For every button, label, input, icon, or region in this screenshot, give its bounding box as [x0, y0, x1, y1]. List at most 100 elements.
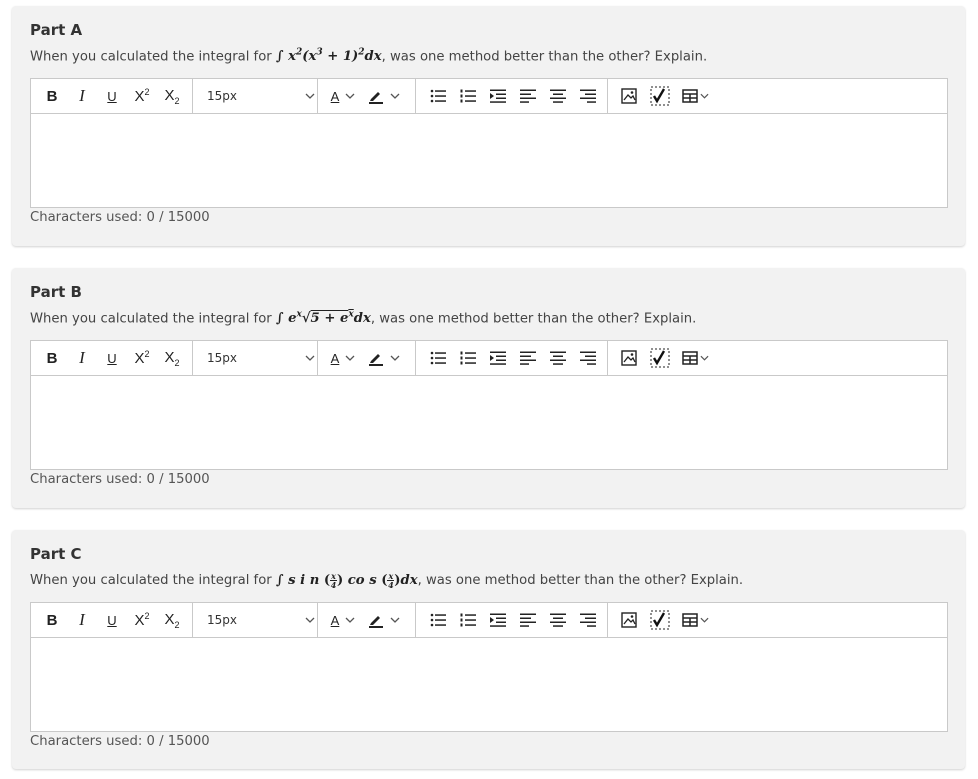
table-icon — [681, 613, 709, 627]
text-color-icon: A — [331, 351, 356, 366]
insert-table-button[interactable] — [680, 608, 710, 632]
align-left-button[interactable] — [517, 346, 539, 370]
insert-table-button[interactable] — [680, 84, 710, 108]
table-icon — [681, 89, 709, 103]
insert-group — [614, 79, 714, 113]
prompt-text-before: When you calculated the integral for — [30, 49, 276, 65]
numbered-list-button[interactable] — [457, 84, 479, 108]
font-size-select[interactable]: 15px — [201, 84, 319, 108]
bold-button[interactable]: B — [41, 608, 63, 632]
part-title: Part B — [30, 283, 82, 301]
underline-button[interactable]: U — [101, 346, 123, 370]
numbered-list-icon — [460, 89, 476, 103]
align-right-button[interactable] — [577, 84, 599, 108]
bulleted-list-button[interactable] — [427, 608, 449, 632]
superscript-button[interactable]: X2 — [131, 608, 153, 632]
text-color-button[interactable]: A — [327, 346, 359, 370]
bulleted-list-button[interactable] — [427, 346, 449, 370]
align-center-button[interactable] — [547, 608, 569, 632]
toolbar-divider — [415, 341, 416, 375]
italic-button[interactable]: I — [71, 84, 93, 108]
align-left-button[interactable] — [517, 84, 539, 108]
highlight-icon — [368, 350, 400, 366]
highlight-button[interactable] — [367, 608, 401, 632]
indent-button[interactable] — [487, 84, 509, 108]
prompt-text-after: , was one method better than the other? … — [370, 311, 697, 327]
align-left-button[interactable] — [517, 608, 539, 632]
text-color-icon: A — [331, 613, 356, 628]
underline-button[interactable]: U — [101, 608, 123, 632]
indent-button[interactable] — [487, 608, 509, 632]
align-center-button[interactable] — [547, 346, 569, 370]
image-icon — [621, 88, 637, 104]
part-prompt: When you calculated the integral for ∫ s… — [30, 572, 743, 589]
math-icon — [650, 610, 670, 630]
superscript-button[interactable]: X2 — [131, 346, 153, 370]
subscript-button[interactable]: X2 — [161, 346, 183, 370]
indent-button[interactable] — [487, 346, 509, 370]
insert-image-button[interactable] — [618, 346, 640, 370]
rich-text-editor: B I U X2 X2 15px A — [30, 602, 948, 732]
bulleted-list-button[interactable] — [427, 84, 449, 108]
prompt-text-after: , was one method better than the other? … — [381, 49, 708, 65]
italic-button[interactable]: I — [71, 346, 93, 370]
toolbar-divider — [317, 603, 318, 637]
font-size-select[interactable]: 15px — [201, 346, 319, 370]
rich-text-editor: B I U X2 X2 15px A — [30, 340, 948, 470]
numbered-list-icon — [460, 613, 476, 627]
insert-math-button[interactable] — [648, 84, 672, 108]
superscript-button[interactable]: X2 — [131, 84, 153, 108]
insert-math-button[interactable] — [648, 346, 672, 370]
insert-table-button[interactable] — [680, 346, 710, 370]
superscript-icon: X2 — [134, 87, 150, 105]
integral-expression: ∫ s i n (x 4) co s (x 4)dx — [275, 571, 418, 590]
superscript-icon: X2 — [134, 349, 150, 367]
text-color-button[interactable]: A — [327, 608, 359, 632]
highlight-icon — [368, 88, 400, 104]
numbered-list-button[interactable] — [457, 608, 479, 632]
indent-icon — [490, 89, 506, 103]
image-icon — [621, 612, 637, 628]
part-prompt: When you calculated the integral for ∫ x… — [30, 48, 707, 64]
highlight-button[interactable] — [367, 346, 401, 370]
subscript-button[interactable]: X2 — [161, 608, 183, 632]
text-color-button[interactable]: A — [327, 84, 359, 108]
list-align-group — [423, 341, 603, 375]
bold-button[interactable]: B — [41, 84, 63, 108]
answer-textarea[interactable] — [31, 376, 947, 469]
bulleted-list-icon — [430, 89, 446, 103]
numbered-list-button[interactable] — [457, 346, 479, 370]
underline-button[interactable]: U — [101, 84, 123, 108]
character-counter: Characters used: 0 / 15000 — [30, 210, 210, 225]
subscript-icon: X2 — [164, 348, 180, 368]
font-size-select[interactable]: 15px — [201, 608, 319, 632]
integral-sign: ∫ — [275, 49, 284, 65]
part-title: Part C — [30, 545, 82, 563]
integral-expression: ∫ ex√5 + exdx — [275, 310, 371, 327]
chevron-down-icon — [305, 93, 315, 99]
answer-textarea[interactable] — [31, 114, 947, 207]
italic-button[interactable]: I — [71, 608, 93, 632]
align-right-icon — [580, 613, 596, 627]
align-right-button[interactable] — [577, 608, 599, 632]
align-right-button[interactable] — [577, 346, 599, 370]
toolbar-divider — [415, 79, 416, 113]
align-center-button[interactable] — [547, 84, 569, 108]
text-color-icon: A — [331, 89, 356, 104]
math-icon — [650, 348, 670, 368]
insert-image-button[interactable] — [618, 608, 640, 632]
list-align-group — [423, 79, 603, 113]
subscript-button[interactable]: X2 — [161, 84, 183, 108]
bulleted-list-icon — [430, 351, 446, 365]
insert-group — [614, 341, 714, 375]
insert-image-button[interactable] — [618, 84, 640, 108]
align-right-icon — [580, 351, 596, 365]
insert-math-button[interactable] — [648, 608, 672, 632]
bold-button[interactable]: B — [41, 346, 63, 370]
toolbar-divider — [192, 341, 193, 375]
highlight-button[interactable] — [367, 84, 401, 108]
answer-textarea[interactable] — [31, 638, 947, 731]
indent-icon — [490, 613, 506, 627]
image-icon — [621, 350, 637, 366]
align-left-icon — [520, 613, 536, 627]
